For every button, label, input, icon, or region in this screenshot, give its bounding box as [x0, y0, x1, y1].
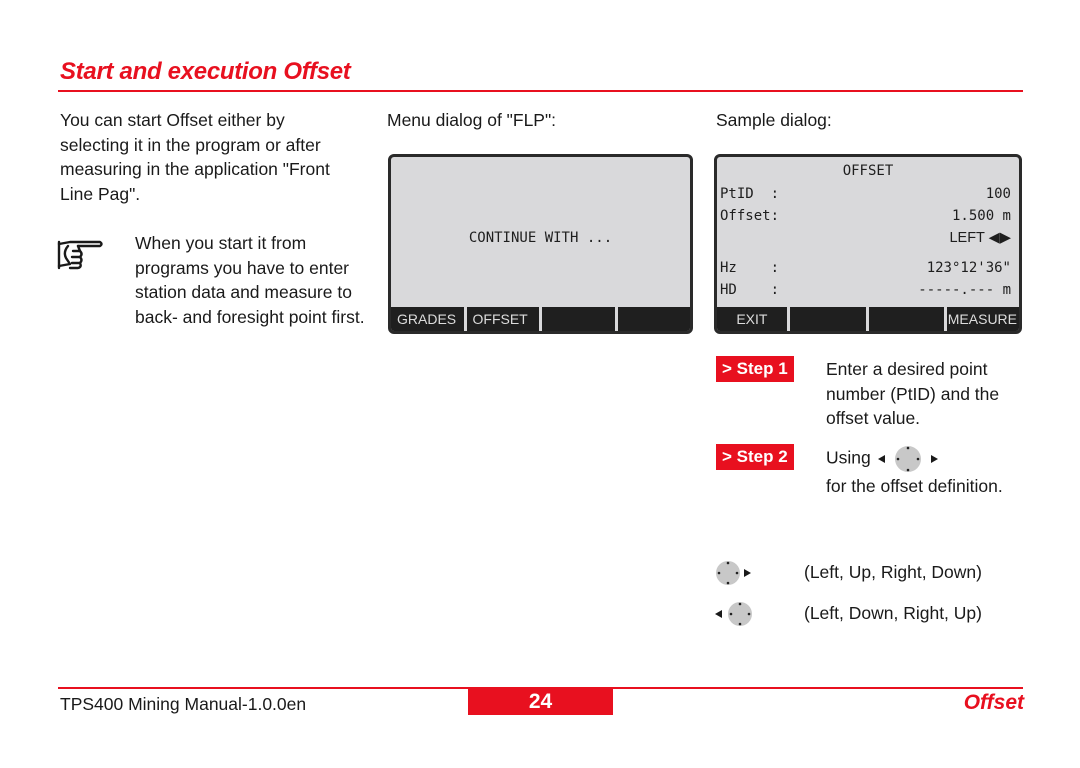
- page-title: Start and execution Offset: [60, 58, 351, 85]
- step-2-text-after: for the offset definition.: [826, 476, 1003, 496]
- hd-label: HD :: [720, 282, 780, 298]
- manual-name: TPS400 Mining Manual-1.0.0en: [60, 694, 307, 714]
- softkey-f3[interactable]: [539, 307, 615, 331]
- hz-label: Hz :: [720, 260, 780, 276]
- offset-value[interactable]: 1.500 m: [952, 208, 1011, 224]
- legend-text-1: (Left, Up, Right, Down): [804, 562, 982, 582]
- softkey-f2[interactable]: [786, 307, 866, 331]
- note-paragraph: When you start it from programs you have…: [135, 233, 365, 327]
- softkey-bar: GRADES OFFSET: [391, 307, 690, 331]
- legend-icon-row-1: [714, 558, 754, 588]
- title-divider: [58, 90, 1023, 92]
- menu-dialog-screen: CONTINUE WITH ... GRADES OFFSET: [388, 154, 693, 334]
- softkey-f4[interactable]: [614, 307, 691, 331]
- menu-dialog-caption: Menu dialog of "FLP":: [387, 110, 557, 130]
- page-number: 24: [468, 689, 613, 715]
- hz-value: 123°12'36": [926, 260, 1011, 276]
- softkey-f3[interactable]: [865, 307, 945, 331]
- direction-row[interactable]: LEFT ◀▶: [720, 230, 1011, 246]
- hd-row: HD : -----.--- m: [720, 282, 1011, 298]
- hz-row: Hz : 123°12'36": [720, 260, 1011, 276]
- ptid-label: PtID :: [720, 186, 780, 202]
- navigation-key-left-right-icon: [877, 446, 938, 472]
- direction-value[interactable]: LEFT ◀▶: [949, 230, 1011, 246]
- dialog-title: OFFSET: [842, 163, 894, 179]
- navigation-key-left-icon: [715, 602, 752, 626]
- sample-dialog-caption: Sample dialog:: [716, 110, 832, 130]
- softkey-measure[interactable]: MEASURE: [944, 307, 1019, 331]
- offset-row[interactable]: Offset: 1.500 m: [720, 208, 1011, 224]
- continue-message: CONTINUE WITH ...: [468, 230, 613, 246]
- step-2-text: Using for the offset definition.: [826, 444, 1036, 499]
- navigation-key-right-icon: [716, 561, 751, 585]
- offset-label: Offset:: [720, 208, 780, 224]
- section-name: Offset: [963, 691, 1024, 714]
- sample-dialog-screen: OFFSET PtID : 100 Offset: 1.500 m LEFT ◀…: [714, 154, 1022, 334]
- legend-icon-row-2: [714, 599, 758, 629]
- softkey-exit[interactable]: EXIT: [717, 307, 787, 331]
- intro-paragraph: You can start Offset either by selecting…: [60, 110, 330, 204]
- hd-value: -----.--- m: [918, 282, 1011, 298]
- pointing-hand-icon: [57, 240, 103, 270]
- softkey-grades[interactable]: GRADES: [391, 307, 464, 331]
- step-2-text-before: Using: [826, 447, 871, 468]
- step-2-badge: > Step 2: [716, 444, 794, 470]
- softkey-bar: EXIT MEASURE: [717, 307, 1019, 331]
- softkey-offset[interactable]: OFFSET: [463, 307, 540, 331]
- step-1-text: Enter a desired point number (PtID) and …: [826, 359, 1000, 428]
- legend-text-2: (Left, Down, Right, Up): [804, 603, 982, 623]
- step-1-badge: > Step 1: [716, 356, 794, 382]
- ptid-row[interactable]: PtID : 100: [720, 186, 1011, 202]
- ptid-value[interactable]: 100: [986, 186, 1011, 202]
